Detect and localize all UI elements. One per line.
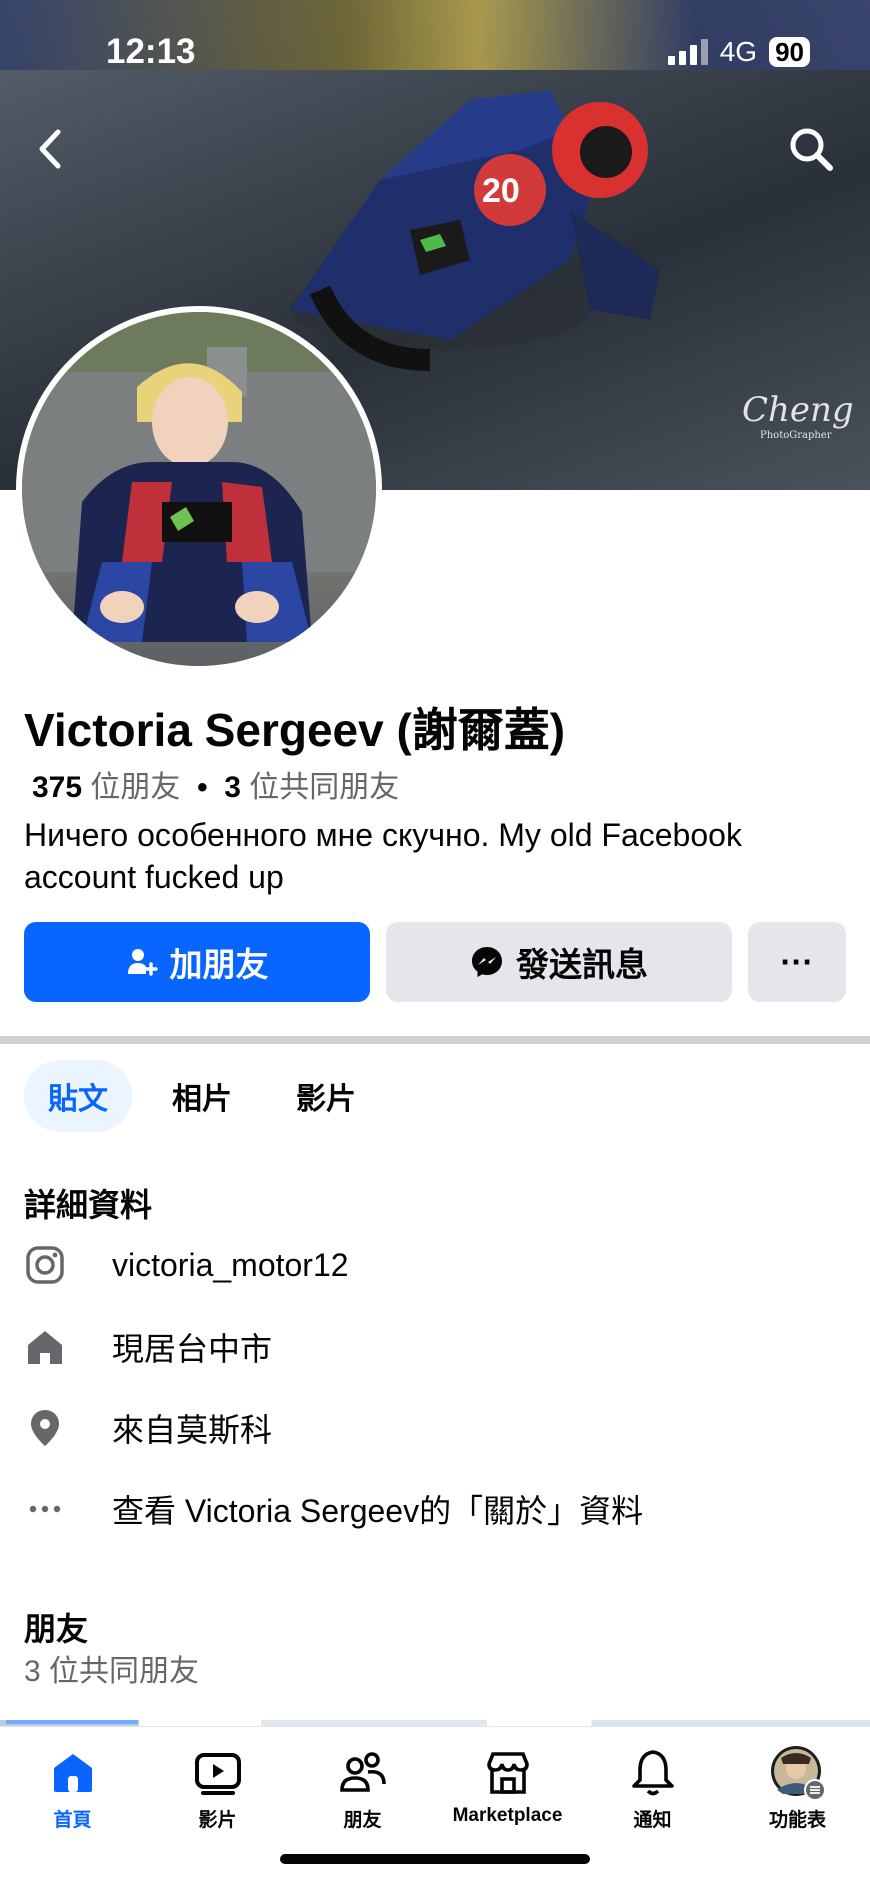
nav-home-label: 首頁	[53, 1810, 92, 1831]
menu-avatar-icon	[770, 1746, 826, 1801]
photographer-watermark: Cheng PhotoGrapher	[742, 390, 854, 441]
network-type: 4G	[719, 36, 758, 67]
avatar-photo	[22, 312, 376, 642]
profile-avatar[interactable]	[16, 306, 382, 672]
chevron-left-icon	[39, 129, 61, 169]
signal-icon	[667, 39, 708, 65]
lives-in-text: 現居台中市	[112, 1331, 273, 1367]
nav-menu[interactable]: 功能表	[725, 1741, 870, 1832]
location-pin-icon	[24, 1407, 66, 1449]
status-time: 12:13	[106, 32, 196, 71]
send-message-button[interactable]: 發送訊息	[386, 922, 732, 1002]
friends-subtitle: 3 位共同朋友	[24, 1655, 200, 1688]
mutual-label: 位共同朋友	[249, 771, 400, 804]
search-icon	[790, 128, 833, 171]
friend-counts[interactable]: 375 位朋友 • 3 位共同朋友	[32, 762, 399, 806]
detail-lives-in: 現居台中市	[24, 1322, 272, 1372]
detail-see-about[interactable]: 查看 Victoria Sergeev的「關於」資料	[24, 1484, 643, 1534]
nav-marketplace[interactable]: Marketplace	[435, 1741, 580, 1827]
back-button[interactable]	[30, 124, 70, 174]
nav-notifications[interactable]: 通知	[580, 1741, 725, 1832]
send-message-label: 發送訊息	[516, 946, 648, 983]
messenger-icon	[472, 947, 502, 977]
tab-posts[interactable]: 貼文	[24, 1060, 132, 1132]
nav-menu-label: 功能表	[768, 1810, 826, 1831]
home-indicator	[280, 1854, 590, 1864]
motorcycle-rider-image: 20	[290, 90, 660, 371]
friends-icon	[339, 1752, 386, 1792]
friends-title: 朋友	[24, 1611, 89, 1647]
nav-home[interactable]: 首頁	[0, 1741, 145, 1832]
count-separator: •	[197, 771, 208, 804]
nav-video-label: 影片	[198, 1810, 237, 1831]
svg-text:20: 20	[482, 172, 520, 210]
add-friend-label: 加朋友	[169, 946, 269, 983]
nav-video[interactable]: 影片	[145, 1741, 290, 1832]
nav-notifications-label: 通知	[633, 1810, 672, 1831]
tab-videos[interactable]: 影片	[272, 1060, 380, 1132]
nav-friends-label: 朋友	[343, 1810, 382, 1831]
detail-instagram[interactable]: victoria_motor12	[24, 1240, 349, 1290]
see-about-link: 查看 Victoria Sergeev的「關於」資料	[112, 1493, 644, 1529]
more-label: ···	[780, 943, 814, 980]
section-divider	[0, 1036, 870, 1044]
loading-progress	[6, 1720, 138, 1724]
home-icon	[24, 1326, 66, 1368]
tab-photos[interactable]: 相片	[148, 1060, 256, 1132]
friends-count: 375	[32, 771, 83, 804]
bell-icon	[631, 1750, 674, 1796]
mutual-count: 3	[224, 771, 241, 804]
detail-from: 來自莫斯科	[24, 1403, 272, 1453]
nav-friends[interactable]: 朋友	[290, 1741, 435, 1832]
add-friend-icon	[127, 949, 158, 976]
video-icon	[194, 1753, 241, 1795]
friends-label: 位朋友	[90, 771, 181, 804]
marketplace-icon	[486, 1752, 529, 1794]
nav-marketplace-label: Marketplace	[452, 1805, 563, 1826]
profile-bio: Ничего особенного мне скучно. My old Fac…	[24, 817, 742, 895]
profile-name: Victoria Sergeev (謝爾蓋)	[24, 704, 566, 756]
instagram-icon	[24, 1244, 66, 1286]
more-options-button[interactable]: ···	[748, 922, 846, 1002]
details-title: 詳細資料	[24, 1187, 153, 1223]
add-friend-button[interactable]: 加朋友	[24, 922, 370, 1002]
home-icon	[53, 1754, 92, 1792]
from-text: 來自莫斯科	[112, 1412, 273, 1448]
search-button[interactable]	[786, 124, 836, 174]
more-dots-icon	[24, 1488, 66, 1530]
battery-icon: 90	[769, 37, 810, 67]
profile-tabs: 貼文 相片 影片	[24, 1060, 380, 1132]
instagram-handle: victoria_motor12	[112, 1246, 349, 1283]
status-bar: 12:13 4G 90	[0, 30, 870, 74]
